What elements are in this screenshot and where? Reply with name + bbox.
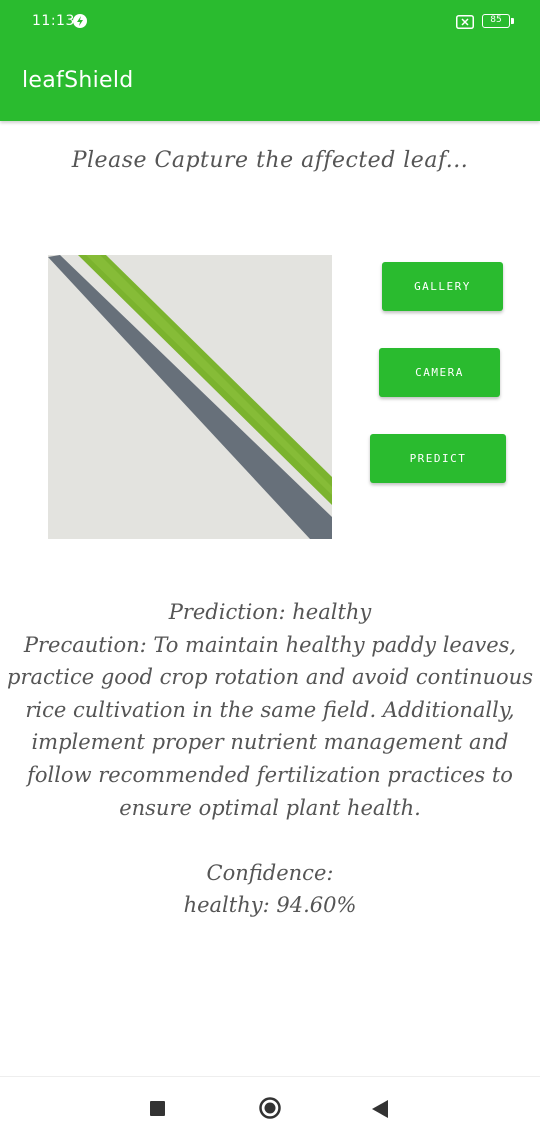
leaf-photo: [48, 255, 332, 539]
confidence-value: healthy: 94.60%: [183, 893, 357, 918]
back-icon[interactable]: [371, 1099, 389, 1119]
battery-tip: [511, 18, 514, 24]
camera-button[interactable]: CAMERA: [379, 348, 500, 397]
gallery-button[interactable]: GALLERY: [382, 262, 503, 311]
app-header: 11:13 85 leafShield: [0, 0, 540, 121]
system-nav-bar: [0, 1076, 540, 1141]
battery-icon: 85: [482, 14, 510, 28]
capture-instruction: Please Capture the affected leaf...: [71, 148, 469, 173]
precaution-text: Precaution: To maintain healthy paddy le…: [7, 632, 533, 820]
recent-apps-icon[interactable]: [150, 1101, 165, 1116]
x-icon: [456, 15, 474, 29]
predict-button[interactable]: PREDICT: [370, 434, 506, 483]
status-time: 11:13: [32, 13, 75, 29]
result-panel: Prediction: healthy Precaution: To maint…: [0, 596, 540, 922]
home-icon[interactable]: [259, 1097, 281, 1119]
prediction-text: Prediction: healthy: [168, 600, 372, 624]
bolt-icon: [73, 14, 87, 28]
confidence-label: Confidence:: [206, 860, 334, 885]
app-title: leafShield: [22, 68, 134, 93]
result-spacer: [0, 824, 540, 857]
